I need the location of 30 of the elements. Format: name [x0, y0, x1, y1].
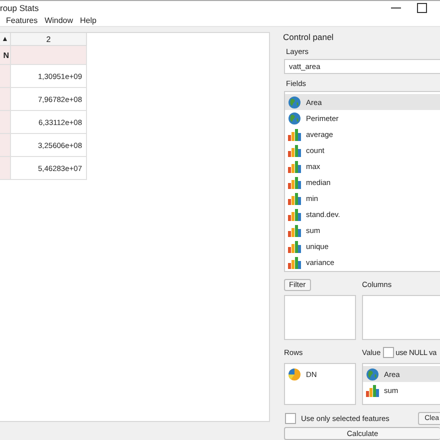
bar-chart-icon	[288, 256, 301, 268]
bar-chart-icon	[288, 160, 301, 172]
menu-item[interactable]: Help	[80, 16, 96, 25]
row-header	[0, 65, 11, 88]
bar-chart-icon	[288, 128, 301, 140]
menu-item[interactable]: Window	[44, 16, 74, 25]
row-header: N	[0, 46, 11, 65]
checkbox[interactable]	[285, 413, 296, 424]
columns-box[interactable]	[362, 295, 440, 340]
row-header	[0, 88, 11, 111]
bar-chart-icon	[288, 176, 301, 188]
globe-icon	[288, 112, 301, 124]
filter-box[interactable]	[284, 295, 356, 340]
bar-chart-icon	[288, 224, 301, 236]
globe-icon	[288, 96, 301, 108]
bar-chart-icon	[288, 144, 301, 156]
bar-chart-icon	[288, 208, 301, 220]
panel-title: Control panel	[283, 32, 335, 42]
globe-icon	[366, 368, 379, 380]
maximize-icon[interactable]	[417, 2, 427, 13]
column-header[interactable]: 2	[11, 33, 87, 46]
bar-chart-icon	[366, 384, 379, 396]
row-header	[0, 134, 11, 157]
checkbox[interactable]	[382, 347, 394, 358]
window-title: roup Stats	[0, 2, 40, 13]
bar-chart-icon	[288, 192, 301, 204]
bar-chart-icon	[288, 240, 301, 252]
menu-item[interactable]: Features	[6, 16, 38, 25]
pie-chart-icon	[288, 368, 301, 380]
row-header	[0, 111, 11, 134]
